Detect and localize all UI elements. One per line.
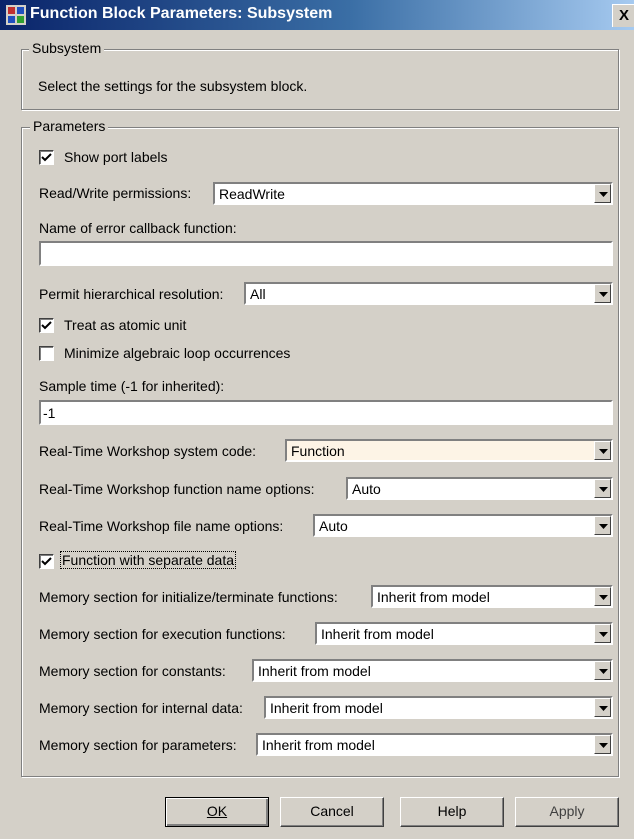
cancel-button[interactable]: Cancel <box>280 797 384 827</box>
rtw-function-name-dropdown[interactable]: Auto <box>346 477 613 500</box>
show-port-labels-checkbox[interactable] <box>39 150 54 165</box>
chevron-down-icon[interactable] <box>594 735 611 754</box>
chevron-down-icon[interactable] <box>594 698 611 717</box>
mem-init-term-value: Inherit from model <box>377 589 490 605</box>
minimize-loop-label: Minimize algebraic loop occurrences <box>64 345 291 361</box>
treat-atomic-checkbox[interactable] <box>39 318 54 333</box>
mem-internal-value: Inherit from model <box>270 700 383 716</box>
cancel-button-label: Cancel <box>310 803 354 819</box>
mem-init-term-dropdown[interactable]: Inherit from model <box>371 585 613 608</box>
mem-parameters-value: Inherit from model <box>262 737 375 753</box>
title-bar: Function Block Parameters: Subsystem X <box>0 0 634 30</box>
mem-parameters-dropdown[interactable]: Inherit from model <box>256 733 613 756</box>
help-button[interactable]: Help <box>400 797 504 827</box>
mem-execution-dropdown[interactable]: Inherit from model <box>315 622 613 645</box>
error-callback-label: Name of error callback function: <box>39 220 237 236</box>
rtw-function-name-value: Auto <box>352 481 381 497</box>
chevron-down-icon[interactable] <box>594 661 611 680</box>
parameters-group-legend: Parameters <box>30 118 109 134</box>
chevron-down-icon[interactable] <box>594 479 611 498</box>
subsystem-group: Subsystem Select the settings for the su… <box>21 40 619 110</box>
mem-execution-label: Memory section for execution functions: <box>39 626 286 642</box>
chevron-down-icon[interactable] <box>594 284 611 303</box>
sample-time-input[interactable]: -1 <box>39 400 613 425</box>
ok-button[interactable]: OK <box>165 797 269 827</box>
error-callback-input[interactable] <box>39 241 613 266</box>
chevron-down-icon[interactable] <box>594 516 611 535</box>
read-write-dropdown[interactable]: ReadWrite <box>213 182 613 205</box>
sample-time-value: -1 <box>43 405 56 421</box>
read-write-label: Read/Write permissions: <box>39 185 192 201</box>
chevron-down-icon[interactable] <box>594 184 611 203</box>
mem-parameters-label: Memory section for parameters: <box>39 737 237 753</box>
help-button-label: Help <box>437 803 467 819</box>
separate-data-checkbox[interactable] <box>39 554 54 569</box>
mem-constants-value: Inherit from model <box>258 663 371 679</box>
mem-init-term-label: Memory section for initialize/terminate … <box>39 589 338 605</box>
mem-execution-value: Inherit from model <box>321 626 434 642</box>
checkmark-icon <box>41 557 52 566</box>
rtw-system-code-label: Real-Time Workshop system code: <box>39 443 257 459</box>
hierarchical-resolution-label: Permit hierarchical resolution: <box>39 286 224 302</box>
rtw-system-code-value: Function <box>291 443 345 459</box>
rtw-file-name-dropdown[interactable]: Auto <box>313 514 613 537</box>
chevron-down-icon[interactable] <box>594 441 611 460</box>
simulink-app-icon <box>6 5 26 25</box>
apply-button[interactable]: Apply <box>515 797 619 827</box>
read-write-value: ReadWrite <box>219 186 285 202</box>
close-button[interactable]: X <box>612 4 634 27</box>
rtw-system-code-dropdown[interactable]: Function <box>285 439 613 462</box>
mem-internal-dropdown[interactable]: Inherit from model <box>264 696 613 719</box>
chevron-down-icon[interactable] <box>594 624 611 643</box>
subsystem-description: Select the settings for the subsystem bl… <box>38 78 308 94</box>
show-port-labels-label: Show port labels <box>64 149 168 165</box>
rtw-file-name-label: Real-Time Workshop file name options: <box>39 518 284 534</box>
apply-button-label: Apply <box>549 803 585 819</box>
separate-data-label: Function with separate data <box>60 551 236 569</box>
sample-time-label: Sample time (-1 for inherited): <box>39 378 225 394</box>
minimize-loop-checkbox[interactable] <box>39 346 54 361</box>
mem-internal-label: Memory section for internal data: <box>39 700 243 716</box>
hierarchical-resolution-value: All <box>250 286 266 302</box>
checkmark-icon <box>41 153 52 162</box>
subsystem-group-legend: Subsystem <box>29 40 105 56</box>
mem-constants-label: Memory section for constants: <box>39 663 226 679</box>
window-title: Function Block Parameters: Subsystem <box>30 5 333 22</box>
rtw-file-name-value: Auto <box>319 518 348 534</box>
ok-button-label: OK <box>206 803 228 819</box>
mem-constants-dropdown[interactable]: Inherit from model <box>252 659 613 682</box>
rtw-function-name-label: Real-Time Workshop function name options… <box>39 481 315 497</box>
treat-atomic-label: Treat as atomic unit <box>64 317 187 333</box>
hierarchical-resolution-dropdown[interactable]: All <box>244 282 613 305</box>
chevron-down-icon[interactable] <box>594 587 611 606</box>
checkmark-icon <box>41 321 52 330</box>
